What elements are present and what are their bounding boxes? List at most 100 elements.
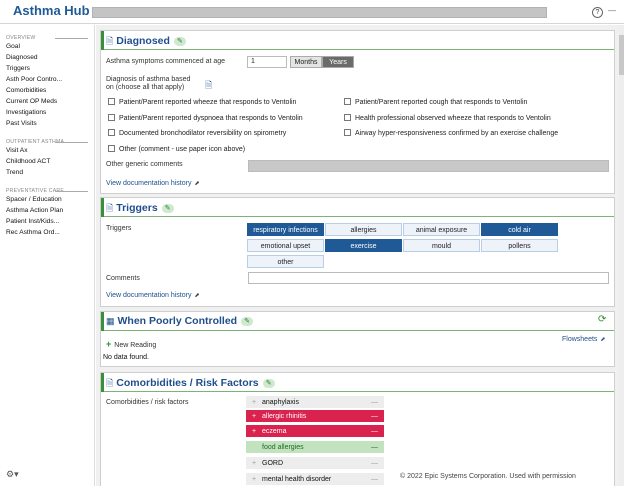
- document-icon: 🗎: [106, 378, 114, 388]
- comorbidity-allergic-rhinitis[interactable]: + allergic rhinitis —: [246, 410, 384, 423]
- other-comments-label: Other generic comments: [106, 161, 183, 168]
- comorbidity-mental-health[interactable]: + mental health disorder —: [246, 473, 384, 486]
- trigger-other[interactable]: other: [247, 255, 324, 268]
- scrollbar-thumb[interactable]: [619, 35, 624, 75]
- check-observed-wheeze[interactable]: Health professional observed wheeze that…: [344, 114, 551, 122]
- document-icon: 🗎: [106, 203, 114, 213]
- minus-icon[interactable]: —: [371, 396, 378, 409]
- comorbidity-gord[interactable]: + GORD —: [246, 457, 384, 470]
- nav-heading: Preventative Care: [0, 188, 94, 194]
- minus-icon[interactable]: —: [371, 473, 378, 486]
- sidebar-item-rec-asthma-orders[interactable]: Rec Asthma Ord...: [0, 227, 94, 238]
- sidebar-item-patient-inst[interactable]: Patient Inst/Kids...: [0, 216, 94, 227]
- sidebar-item-poor-control[interactable]: Asth Poor Contro...: [0, 74, 94, 85]
- plus-icon[interactable]: +: [252, 410, 262, 423]
- trigger-emotional-upset[interactable]: emotional upset: [247, 239, 324, 252]
- pencil-icon[interactable]: ✎: [241, 317, 254, 326]
- sidebar-item-goal[interactable]: Goal: [0, 41, 94, 52]
- check-wheeze-ventolin[interactable]: Patient/Parent reported wheeze that resp…: [108, 98, 296, 106]
- other-comments-field[interactable]: [248, 160, 609, 172]
- sidebar-item-investigations[interactable]: Investigations: [0, 107, 94, 118]
- new-reading-button[interactable]: + New Reading: [106, 339, 156, 349]
- years-button[interactable]: Years: [322, 56, 354, 68]
- sidebar-item-visit-ax[interactable]: Visit Ax: [0, 145, 94, 156]
- refresh-icon[interactable]: ⟳: [598, 314, 606, 325]
- section-header: 🗎 Comorbidities / Risk Factors ✎: [101, 373, 614, 392]
- sidebar-item-trend[interactable]: Trend: [0, 167, 94, 178]
- check-cough-ventolin[interactable]: Patient/Parent reported cough that respo…: [344, 98, 527, 106]
- section-header: 🗎 Triggers ✎: [101, 198, 614, 217]
- trigger-animal-exposure[interactable]: animal exposure: [403, 223, 480, 236]
- arrow-icon: ⬈: [194, 181, 200, 187]
- nav-heading: Overview: [0, 35, 94, 41]
- app-title: Asthma Hub -: [13, 3, 98, 18]
- copyright-notice: © 2022 Epic Systems Corporation. Used wi…: [400, 473, 576, 480]
- sidebar-item-current-meds[interactable]: Current OP Meds: [0, 96, 94, 107]
- trigger-mould[interactable]: mould: [403, 239, 480, 252]
- comorbidities-label: Comorbidities / risk factors: [106, 399, 189, 406]
- nav-group-overview: Overview Goal Diagnosed Triggers Asth Po…: [0, 35, 94, 129]
- trigger-exercise[interactable]: exercise: [325, 239, 402, 252]
- scrollbar[interactable]: [619, 25, 624, 486]
- sidebar-item-action-plan[interactable]: Asthma Action Plan: [0, 205, 94, 216]
- top-bar: Asthma Hub - ? —: [0, 0, 624, 24]
- comorbidity-eczema[interactable]: + eczema —: [246, 425, 384, 438]
- sidebar-item-diagnosed[interactable]: Diagnosed: [0, 52, 94, 63]
- section-header: 🗎 Diagnosed ✎: [101, 31, 614, 50]
- section-title: When Poorly Controlled: [117, 315, 238, 327]
- plus-icon[interactable]: +: [252, 457, 262, 470]
- section-header: ▦ When Poorly Controlled ✎: [101, 312, 614, 331]
- arrow-icon: ⬈: [600, 337, 606, 343]
- comorbidity-food-allergies[interactable]: food allergies —: [246, 441, 384, 454]
- trigger-cold-air[interactable]: cold air: [481, 223, 558, 236]
- trigger-pollens[interactable]: pollens: [481, 239, 558, 252]
- comments-label: Comments: [106, 275, 140, 282]
- patient-header-bar: [92, 7, 547, 18]
- age-label: Asthma symptoms commenced at age: [106, 58, 226, 65]
- plus-icon[interactable]: +: [252, 396, 262, 409]
- nav-group-outpatient: Outpatient Asthma Visit Ax Childhood ACT…: [0, 139, 94, 178]
- plus-icon[interactable]: +: [252, 425, 262, 438]
- check-dyspnoea-ventolin[interactable]: Patient/Parent reported dyspnoea that re…: [108, 114, 303, 122]
- trigger-respiratory-infections[interactable]: respiratory infections: [247, 223, 324, 236]
- view-history-link[interactable]: View documentation history ⬈: [106, 292, 200, 299]
- months-button[interactable]: Months: [290, 56, 322, 68]
- plus-icon: +: [106, 339, 112, 349]
- paper-icon[interactable]: 🗎: [205, 78, 212, 94]
- check-other[interactable]: Other (comment - use paper icon above): [108, 145, 245, 153]
- check-airway-hyper-responsiveness[interactable]: Airway hyper-responsiveness confirmed by…: [344, 129, 558, 137]
- check-bronchodilator-reversibility[interactable]: Documented bronchodilator reversibility …: [108, 129, 286, 137]
- sidebar-item-comorbidities[interactable]: Comorbidities: [0, 85, 94, 96]
- sidebar-item-spacer-education[interactable]: Spacer / Education: [0, 194, 94, 205]
- nav-heading: Outpatient Asthma: [0, 139, 94, 145]
- flowsheets-link[interactable]: Flowsheets ⬈: [562, 336, 605, 343]
- comorbidity-anaphylaxis[interactable]: + anaphylaxis —: [246, 396, 384, 409]
- pencil-icon[interactable]: ✎: [161, 204, 174, 213]
- comments-input[interactable]: [248, 272, 609, 284]
- sidebar-item-childhood-act[interactable]: Childhood ACT: [0, 156, 94, 167]
- age-input[interactable]: 1: [247, 56, 287, 68]
- minus-icon[interactable]: —: [371, 441, 378, 454]
- pencil-icon[interactable]: ✎: [262, 379, 275, 388]
- plus-icon[interactable]: +: [252, 473, 262, 486]
- minimize-icon[interactable]: —: [608, 6, 616, 15]
- minus-icon[interactable]: —: [371, 410, 378, 423]
- pencil-icon[interactable]: ✎: [173, 37, 186, 46]
- trigger-allergies[interactable]: allergies: [325, 223, 402, 236]
- sidebar-item-triggers[interactable]: Triggers: [0, 63, 94, 74]
- sidebar-item-past-visits[interactable]: Past Visits: [0, 118, 94, 129]
- view-history-link[interactable]: View documentation history ⬈: [106, 180, 200, 187]
- section-title: Triggers: [116, 202, 158, 214]
- help-icon[interactable]: ?: [592, 7, 603, 18]
- minus-icon[interactable]: —: [371, 457, 378, 470]
- minus-icon[interactable]: —: [371, 425, 378, 438]
- wrench-icon[interactable]: ⚙▾: [6, 469, 19, 480]
- section-title: Comorbidities / Risk Factors: [116, 377, 259, 389]
- section-title: Diagnosed: [116, 35, 170, 47]
- empty-state: No data found.: [103, 354, 149, 361]
- basis-label: Diagnosis of asthma based: [106, 76, 191, 83]
- basis-label-sub: on (choose all that apply): [106, 84, 185, 91]
- nav-group-preventative: Preventative Care Spacer / Education Ast…: [0, 188, 94, 238]
- sidebar-nav: Overview Goal Diagnosed Triggers Asth Po…: [0, 25, 95, 486]
- arrow-icon: ⬈: [194, 293, 200, 299]
